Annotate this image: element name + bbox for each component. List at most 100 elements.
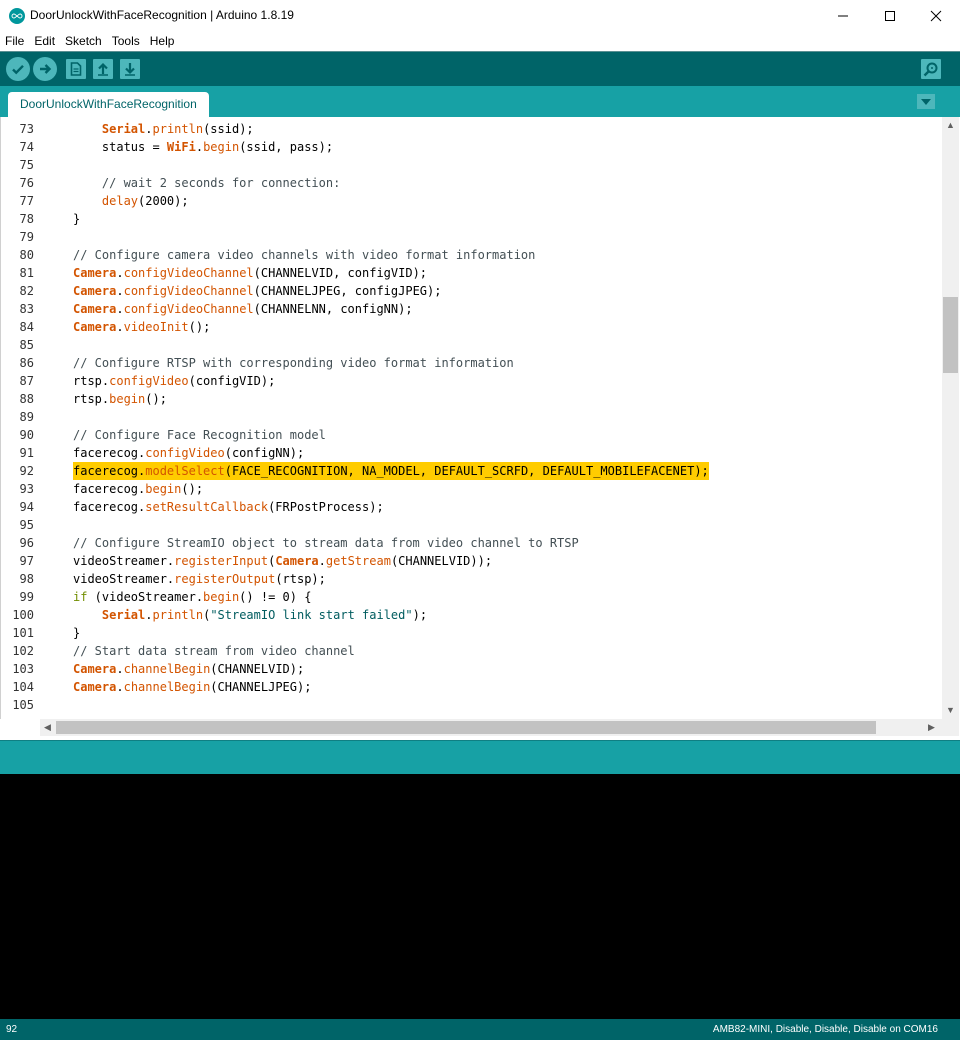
- code-line[interactable]: 95: [1, 516, 941, 534]
- code-line[interactable]: 75: [1, 156, 941, 174]
- code-line[interactable]: 89: [1, 408, 941, 426]
- code-text: Camera.configVideoChannel(CHANNELJPEG, c…: [73, 284, 442, 298]
- code-text: Serial.println("StreamIO link start fail…: [101, 608, 428, 622]
- code-text: // Configure camera video channels with …: [73, 248, 536, 262]
- magnifier-icon: [923, 62, 938, 77]
- scroll-down-arrow-icon[interactable]: ▼: [946, 702, 955, 719]
- code-line[interactable]: 91 facerecog.configVideo(configNN);: [1, 444, 941, 462]
- code-line[interactable]: 80 // Configure camera video channels wit…: [1, 246, 941, 264]
- code-line[interactable]: 81 Camera.configVideoChannel(CHANNELVID, …: [1, 264, 941, 282]
- line-number: 77: [19, 194, 34, 208]
- code-line[interactable]: 92 facerecog.modelSelect(FACE_RECOGNITION…: [1, 462, 941, 480]
- scroll-left-arrow-icon[interactable]: ◀: [44, 719, 51, 736]
- maximize-button[interactable]: [867, 0, 913, 31]
- code-text: status = WiFi.begin(ssid, pass);: [73, 140, 334, 154]
- code-line[interactable]: 97 videoStreamer.registerInput(Camera.get…: [1, 552, 941, 570]
- line-number: 88: [19, 392, 34, 406]
- code-line[interactable]: 93 facerecog.begin();: [1, 480, 941, 498]
- code-text: facerecog.setResultCallback(FRPostProces…: [73, 500, 384, 514]
- code-line[interactable]: 77 delay(2000);: [1, 192, 941, 210]
- line-number: 102: [12, 644, 34, 658]
- menu-sketch[interactable]: Sketch: [60, 31, 107, 51]
- arduino-logo-icon: [9, 8, 25, 24]
- code-line[interactable]: 85: [1, 336, 941, 354]
- close-button[interactable]: [913, 0, 959, 31]
- code-line[interactable]: 104 Camera.channelBegin(CHANNELJPEG);: [1, 678, 941, 696]
- code-text: // Configure StreamIO object to stream d…: [73, 536, 579, 550]
- code-line[interactable]: 94 facerecog.setResultCallback(FRPostProc…: [1, 498, 941, 516]
- minimize-button[interactable]: [820, 0, 866, 31]
- code-line[interactable]: 87 rtsp.configVideo(configVID);: [1, 372, 941, 390]
- code-text: rtsp.begin();: [73, 392, 167, 406]
- code-line[interactable]: 90 // Configure Face Recognition model: [1, 426, 941, 444]
- upload-button[interactable]: [33, 57, 57, 81]
- line-number: 73: [19, 122, 34, 136]
- scroll-right-arrow-icon[interactable]: ▶: [928, 719, 935, 736]
- editor-vertical-scrollbar[interactable]: ▲ ▼: [942, 117, 959, 719]
- tab-doorunlockwithfacerecognition[interactable]: DoorUnlockWithFaceRecognition: [8, 92, 209, 117]
- code-text: Camera.configVideoChannel(CHANNELNN, con…: [73, 302, 413, 316]
- code-text: videoStreamer.registerInput(Camera.getSt…: [73, 554, 493, 568]
- code-line[interactable]: 83 Camera.configVideoChannel(CHANNELNN, c…: [1, 300, 941, 318]
- code-line[interactable]: 84 Camera.videoInit();: [1, 318, 941, 336]
- output-console[interactable]: [0, 774, 960, 1019]
- line-number: 84: [19, 320, 34, 334]
- code-line[interactable]: 102 // Start data stream from video chann…: [1, 642, 941, 660]
- menu-help[interactable]: Help: [145, 31, 180, 51]
- code-text: Camera.channelBegin(CHANNELJPEG);: [73, 680, 312, 694]
- code-line[interactable]: 105: [1, 696, 941, 714]
- code-text: // wait 2 seconds for connection:: [101, 176, 341, 190]
- code-line[interactable]: 86 // Configure RTSP with corresponding v…: [1, 354, 941, 372]
- code-line[interactable]: 73 Serial.println(ssid);: [1, 120, 941, 138]
- save-sketch-button[interactable]: [120, 59, 140, 79]
- line-number: 79: [19, 230, 34, 244]
- check-icon: [12, 64, 24, 75]
- line-number: 81: [19, 266, 34, 280]
- line-number: 96: [19, 536, 34, 550]
- code-line[interactable]: 74 status = WiFi.begin(ssid, pass);: [1, 138, 941, 156]
- line-number: 82: [19, 284, 34, 298]
- verify-button[interactable]: [6, 57, 30, 81]
- code-line[interactable]: 88 rtsp.begin();: [1, 390, 941, 408]
- code-line[interactable]: 96 // Configure StreamIO object to stream…: [1, 534, 941, 552]
- serial-monitor-button[interactable]: [921, 59, 941, 79]
- code-text: Camera.configVideoChannel(CHANNELVID, co…: [73, 266, 428, 280]
- code-text: facerecog.begin();: [73, 482, 204, 496]
- title-bar: DoorUnlockWithFaceRecognition | Arduino …: [0, 0, 960, 31]
- tab-menu-button[interactable]: [917, 94, 935, 109]
- open-sketch-button[interactable]: [93, 59, 113, 79]
- line-number: 78: [19, 212, 34, 226]
- editor-horizontal-scroll-thumb[interactable]: [56, 721, 876, 734]
- menu-edit[interactable]: Edit: [29, 31, 60, 51]
- code-text: // Configure RTSP with corresponding vid…: [73, 356, 514, 370]
- arrow-up-icon: [98, 62, 108, 76]
- code-line[interactable]: 79: [1, 228, 941, 246]
- line-number: 105: [12, 698, 34, 712]
- status-bar: 92 AMB82-MINI, Disable, Disable, Disable…: [0, 1019, 960, 1040]
- code-editor[interactable]: 73 Serial.println(ssid); 74 status = WiFi…: [0, 117, 960, 719]
- code-line[interactable]: 103 Camera.channelBegin(CHANNELVID);: [1, 660, 941, 678]
- code-line[interactable]: 98 videoStreamer.registerOutput(rtsp);: [1, 570, 941, 588]
- code-line[interactable]: 99 if (videoStreamer.begin() != 0) {: [1, 588, 941, 606]
- code-text: if (videoStreamer.begin() != 0) {: [73, 590, 312, 604]
- new-sketch-button[interactable]: [66, 59, 86, 79]
- line-number: 80: [19, 248, 34, 262]
- code-text: // Start data stream from video channel: [73, 644, 355, 658]
- code-line[interactable]: 78}: [1, 210, 941, 228]
- line-number: 74: [19, 140, 34, 154]
- scroll-up-arrow-icon[interactable]: ▲: [946, 117, 955, 134]
- menu-bar: File Edit Sketch Tools Help: [0, 31, 960, 51]
- code-line[interactable]: 76 // wait 2 seconds for connection:: [1, 174, 941, 192]
- line-number: 87: [19, 374, 34, 388]
- close-icon: [930, 10, 942, 21]
- menu-file[interactable]: File: [0, 31, 29, 51]
- tab-bar: DoorUnlockWithFaceRecognition: [0, 86, 960, 117]
- arrow-right-icon: [40, 64, 52, 74]
- line-number: 94: [19, 500, 34, 514]
- menu-tools[interactable]: Tools: [107, 31, 145, 51]
- code-line[interactable]: 101}: [1, 624, 941, 642]
- code-line[interactable]: 100 Serial.println("StreamIO link start …: [1, 606, 941, 624]
- chevron-down-icon: [921, 98, 931, 105]
- editor-vertical-scroll-thumb[interactable]: [943, 297, 958, 373]
- code-line[interactable]: 82 Camera.configVideoChannel(CHANNELJPEG,…: [1, 282, 941, 300]
